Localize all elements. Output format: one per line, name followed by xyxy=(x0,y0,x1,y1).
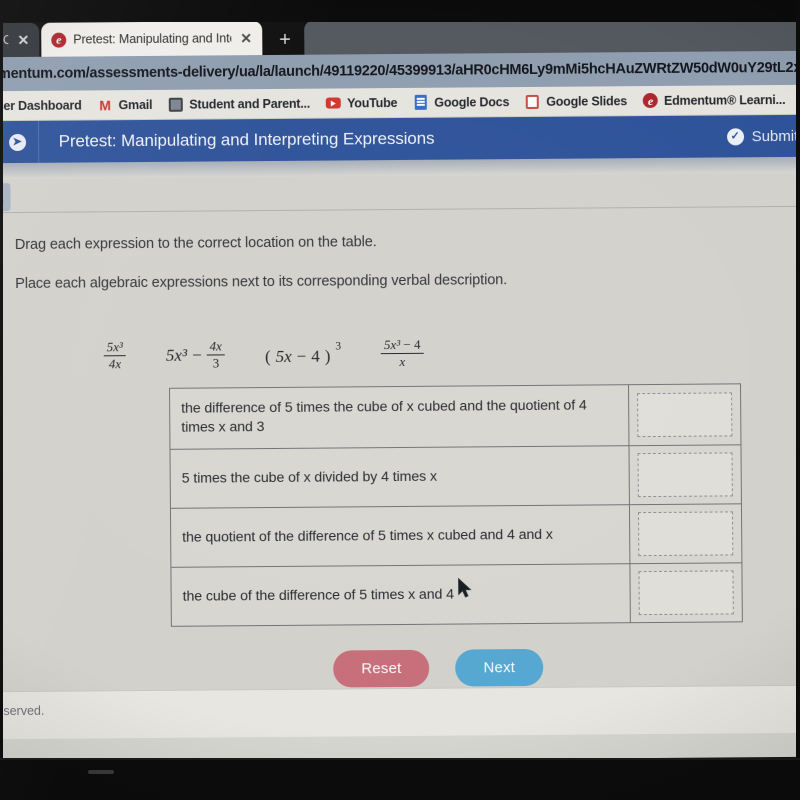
numerator-lead: 5x³ xyxy=(383,336,401,353)
close-icon[interactable]: ✕ xyxy=(17,32,29,48)
browser-tab-active[interactable]: e Pretest: Manipulating and Interp ✕ xyxy=(41,21,263,57)
bookmark-youtube[interactable]: YouTube xyxy=(326,95,397,111)
fraction-numerator: 5x³ − 4 xyxy=(380,336,424,355)
bookmark-label: Google Docs xyxy=(434,94,510,110)
page-title: Pretest: Manipulating and Interpreting E… xyxy=(58,128,435,151)
dropzone[interactable] xyxy=(637,392,733,438)
circle-arrow-right-icon[interactable]: ➤ xyxy=(8,133,26,151)
drag-drop-table: the difference of 5 times the cube of x … xyxy=(169,383,743,628)
dropzone[interactable] xyxy=(637,452,733,498)
bookmark-student-and-parent[interactable]: Student and Parent... xyxy=(168,96,310,112)
expression-bank: 5x³ 4x 5x³ − 4x 3 ( 5x − 4) 3 5x³ − 4 x xyxy=(0,309,800,374)
close-icon[interactable]: ✕ xyxy=(240,30,252,46)
instructions: Drag each expression to the correct loca… xyxy=(0,209,800,293)
drop-target-cell[interactable] xyxy=(628,383,741,447)
browser-tab-inactive[interactable]: f CO: ✕ xyxy=(0,22,40,58)
numerator-rhs: 4 xyxy=(413,336,421,352)
edmentum-e-icon: e xyxy=(642,92,659,109)
header-next-nav[interactable]: lext ➤ xyxy=(0,133,38,151)
monitor-stand-notch xyxy=(88,770,114,774)
fraction-numerator: 4x xyxy=(206,338,225,356)
bookmark-label: Gmail xyxy=(118,97,153,112)
tab-strip-empty-area xyxy=(303,16,800,55)
bookmark-label: User Dashboard xyxy=(0,97,82,113)
drag-drop-table-wrapper: the difference of 5 times the cube of x … xyxy=(0,367,800,629)
header-divider xyxy=(37,120,39,163)
drop-target-cell[interactable] xyxy=(629,445,742,506)
bookmark-google-slides[interactable]: Google Slides xyxy=(525,93,627,109)
description-cell: the difference of 5 times the cube of x … xyxy=(169,384,630,450)
fraction: 4x 3 xyxy=(206,338,226,371)
monitor-bezel-left xyxy=(0,0,3,800)
fraction: 5x³ 4x xyxy=(103,339,126,372)
draggable-expression-3[interactable]: ( 5x − 4 ) 3 xyxy=(264,340,341,371)
action-buttons: Reset Next xyxy=(0,622,800,691)
expression-operator: − xyxy=(192,345,202,365)
description-cell: the quotient of the difference of 5 time… xyxy=(170,505,631,568)
reset-button[interactable]: Reset xyxy=(333,650,430,688)
paren-close: ) xyxy=(324,346,331,366)
google-slides-icon xyxy=(525,94,540,109)
youtube-icon xyxy=(326,95,342,110)
expression-operator: − xyxy=(296,346,307,366)
submit-test-label: Submit Te xyxy=(751,127,800,145)
description-cell: the cube of the difference of 5 times x … xyxy=(170,564,631,627)
drop-target-cell[interactable] xyxy=(629,504,742,565)
fraction-numerator: 5x³ xyxy=(103,339,126,357)
fraction-denominator: 3 xyxy=(212,355,220,371)
fraction: 5x³ − 4 x xyxy=(380,336,424,370)
dropzone[interactable] xyxy=(638,511,734,557)
fraction-denominator: 4x xyxy=(108,356,122,372)
numerator-operator: − xyxy=(403,336,411,352)
fraction-denominator: x xyxy=(399,354,406,370)
check-circle-icon: ✓ xyxy=(726,127,744,145)
url-text: edmentum.com/assessments-delivery/ua/la/… xyxy=(0,59,800,83)
screen-photo: f CO: ✕ e Pretest: Manipulating and Inte… xyxy=(0,0,800,800)
table-row: the difference of 5 times the cube of x … xyxy=(169,383,741,450)
page-footer: s reserved. xyxy=(0,684,800,740)
edmentum-e-icon: e xyxy=(51,32,67,48)
bookmark-label: Edmentum® Learni... xyxy=(663,92,786,108)
bookmark-label: Student and Parent... xyxy=(189,96,311,112)
draggable-expression-2[interactable]: 5x³ − 4x 3 xyxy=(165,338,226,372)
drop-target-cell[interactable] xyxy=(630,563,743,624)
expression-rhs: 4 xyxy=(311,346,320,366)
question-content: 1 Drag each expression to the correct lo… xyxy=(0,172,800,740)
question-number-row: 1 xyxy=(0,173,800,216)
paren-open: ( xyxy=(264,347,271,367)
expression-lead: 5x³ xyxy=(165,345,188,365)
student-parent-icon xyxy=(168,97,183,112)
draggable-expression-1[interactable]: 5x³ 4x xyxy=(103,339,126,372)
google-docs-icon xyxy=(413,94,428,110)
expression-lead: 5x xyxy=(275,346,292,366)
bookmark-edmentum-learning[interactable]: e Edmentum® Learni... xyxy=(642,92,786,109)
new-tab-button[interactable]: + xyxy=(268,25,302,55)
footer-copyright: s reserved. xyxy=(0,703,45,719)
bookmark-google-docs[interactable]: Google Docs xyxy=(413,94,509,110)
browser-window: f CO: ✕ e Pretest: Manipulating and Inte… xyxy=(0,8,800,764)
bookmark-label: YouTube xyxy=(347,95,398,110)
bookmark-gmail[interactable]: M Gmail xyxy=(97,96,153,113)
tab-title: Pretest: Manipulating and Interp xyxy=(73,31,232,47)
monitor-bezel-right xyxy=(796,0,800,800)
description-cell: 5 times the cube of x divided by 4 times… xyxy=(169,446,630,509)
bookmark-user-dashboard[interactable]: User Dashboard xyxy=(0,98,82,113)
dropzone[interactable] xyxy=(638,570,734,616)
table-row: the cube of the difference of 5 times x … xyxy=(170,563,743,627)
instruction-line-2: Place each algebraic expressions next to… xyxy=(15,272,508,293)
gmail-icon: M xyxy=(99,96,111,113)
instruction-line-1: Drag each expression to the correct loca… xyxy=(14,234,377,254)
monitor-bezel-bottom xyxy=(0,760,800,800)
submit-test-button[interactable]: ✓ Submit Te xyxy=(726,115,800,158)
next-button[interactable]: Next xyxy=(455,649,544,687)
assessment-header: lext ➤ Pretest: Manipulating and Interpr… xyxy=(0,114,800,164)
table-row: the quotient of the difference of 5 time… xyxy=(170,504,742,568)
table-row: 5 times the cube of x divided by 4 times… xyxy=(169,445,742,509)
draggable-expression-4[interactable]: 5x³ − 4 x xyxy=(380,336,424,370)
bookmark-label: Google Slides xyxy=(546,93,628,109)
monitor-bezel-top xyxy=(0,0,800,22)
